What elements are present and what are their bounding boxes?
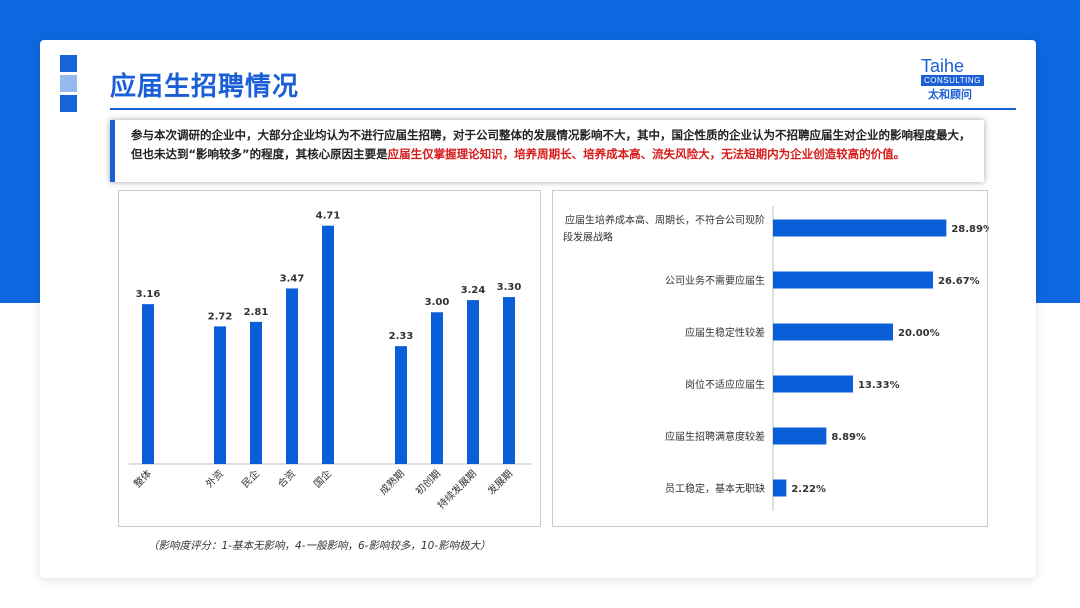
- page-title: 应届生招聘情况: [110, 72, 300, 102]
- hbar-category-line-2-0: 应届生稳定性较差: [685, 326, 765, 339]
- hbar-category-label-0: 应届生培养成本高、周期长，不符合公司现阶段发展战略: [563, 214, 765, 244]
- data-label-1: 2.72: [208, 311, 233, 322]
- data-label-7: 3.24: [461, 285, 486, 296]
- decorative-square-top: [60, 55, 77, 72]
- bar-5: [395, 346, 407, 464]
- hbar-data-label-3: 13.33%: [858, 380, 900, 391]
- bar-7: [467, 300, 479, 464]
- category-label-0: 整体: [131, 467, 154, 490]
- summary-box: 参与本次调研的企业中，大部分企业均认为不进行应届生招聘，对于公司整体的发展情况影…: [110, 120, 984, 182]
- bar-2: [250, 321, 262, 464]
- hbar-2: [773, 323, 893, 341]
- hbar-category-line-5-0: 员工稳定，基本无职缺: [665, 482, 765, 495]
- data-label-0: 3.16: [136, 289, 161, 300]
- hbar-0: [773, 219, 947, 237]
- hbar-data-label-5: 2.22%: [791, 484, 826, 495]
- bar-1: [214, 326, 226, 464]
- hbar-5: [773, 479, 787, 497]
- impact-score-bar-chart: 3.16 整体 2.72 外资 2.81 民企 3.47 合资 4.71 国企 2.33 成熟期 3.0…: [129, 211, 532, 512]
- reasons-panel: 28.89% 应届生培养成本高、周期长，不符合公司现阶段发展战略 26.67% 公司业…: [552, 190, 993, 527]
- data-label-2: 2.81: [244, 307, 269, 318]
- category-label-2: 民企: [239, 467, 262, 490]
- category-label-5: 成熟期: [377, 467, 407, 497]
- hbar-category-label-3: 岗位不适应应届生: [685, 378, 765, 391]
- category-label-1: 外资: [203, 468, 226, 491]
- decorative-square-middle: [60, 75, 77, 92]
- bar-0: [142, 304, 154, 464]
- logo-chinese-name: 太和顾问: [928, 88, 972, 101]
- logo-brand: Taihe: [921, 56, 965, 76]
- bar-3: [286, 288, 298, 464]
- score-footnote: （影响度评分：1-基本无影响，4-一般影响，6-影响较多，10-影响极大）: [148, 540, 491, 552]
- category-label-4: 国企: [311, 467, 334, 490]
- hbar-4: [773, 427, 827, 445]
- data-label-8: 3.30: [497, 282, 522, 293]
- category-label-3: 合资: [275, 467, 298, 490]
- hbar-category-line-3-0: 岗位不适应应届生: [685, 378, 765, 391]
- bar-6: [431, 312, 443, 464]
- hbar-data-label-4: 8.89%: [831, 432, 866, 443]
- hbar-category-label-4: 应届生招聘满意度较差: [665, 430, 765, 443]
- summary-highlight: 应届生仅掌握理论知识，培养周期长、培养成本高、流失风险大，无法短期内为企业创造较…: [387, 147, 906, 161]
- impact-score-panel: 3.16 整体 2.72 外资 2.81 民企 3.47 合资 4.71 国企 2.33 成熟期 3.0…: [118, 190, 541, 527]
- logo-subtitle: CONSULTING: [921, 75, 984, 86]
- category-label-6: 初创期: [413, 467, 443, 497]
- bar-8: [503, 297, 515, 464]
- data-label-5: 2.33: [389, 331, 414, 342]
- hbar-data-label-2: 20.00%: [898, 328, 940, 339]
- data-label-6: 3.00: [425, 297, 450, 308]
- decorative-square-bottom: [60, 95, 77, 112]
- category-label-7: 持续发展期: [435, 467, 480, 512]
- title-underline: [110, 108, 1016, 110]
- hbar-data-label-1: 26.67%: [938, 276, 980, 287]
- hbar-data-label-0: 28.89%: [951, 224, 989, 235]
- hbar-1: [773, 271, 934, 289]
- reasons-bar-chart: 28.89% 应届生培养成本高、周期长，不符合公司现阶段发展战略 26.67% 公司业…: [563, 206, 993, 511]
- hbar-category-line-4-0: 应届生招聘满意度较差: [665, 430, 765, 443]
- hbar-3: [773, 375, 853, 393]
- hbar-category-line-0-1: 段发展战略: [563, 231, 613, 244]
- bar-4: [322, 225, 334, 464]
- hbar-category-label-2: 应届生稳定性较差: [685, 326, 765, 339]
- category-label-8: 发展期: [485, 467, 515, 497]
- hbar-category-line-0-0: 应届生培养成本高、周期长，不符合公司现阶: [565, 214, 765, 227]
- hbar-category-line-1-0: 公司业务不需要应届生: [665, 274, 765, 287]
- hbar-category-label-5: 员工稳定，基本无职缺: [665, 482, 765, 495]
- data-label-4: 4.71: [316, 211, 341, 222]
- data-label-3: 3.47: [280, 273, 305, 284]
- hbar-category-label-1: 公司业务不需要应届生: [665, 274, 765, 287]
